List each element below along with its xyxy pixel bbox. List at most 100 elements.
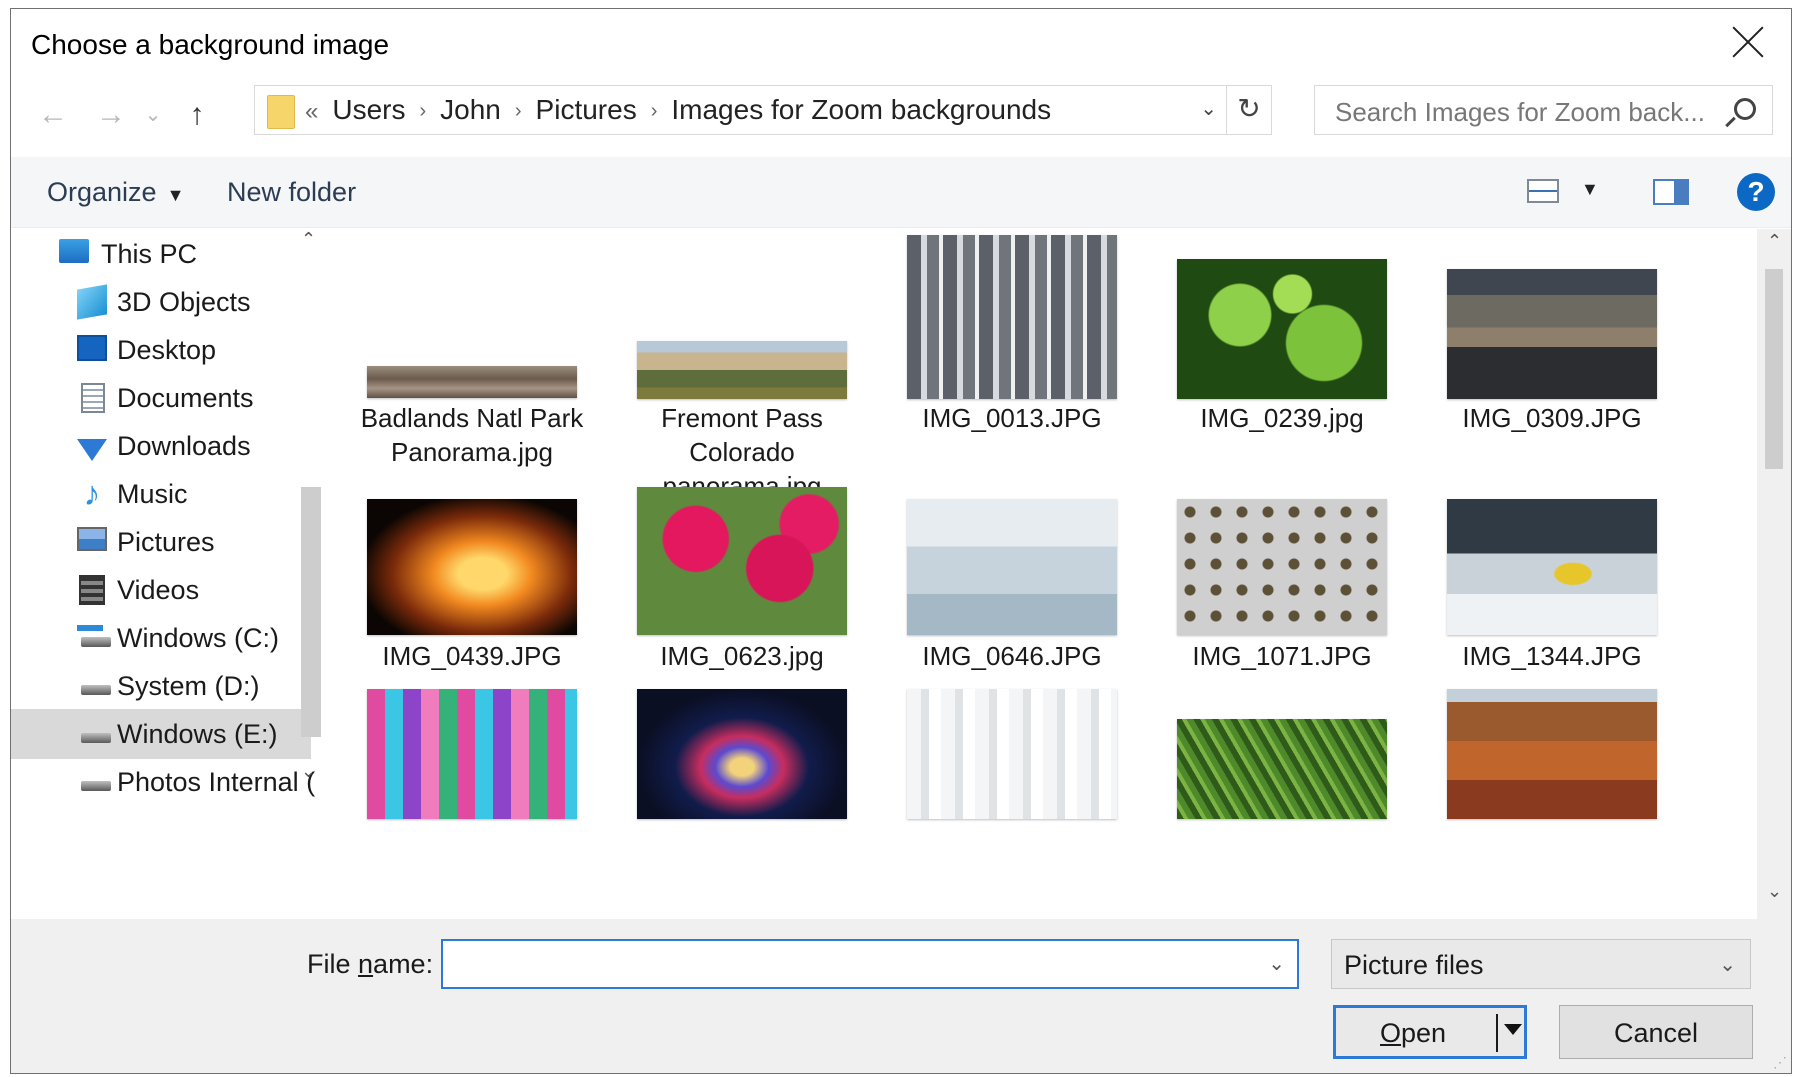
file-thumbnail xyxy=(637,689,847,819)
navigation-bar: ← → ⌄ ↑ « Users › John › Pictures › Images for … xyxy=(11,85,1791,147)
file-type-value: Picture files xyxy=(1344,950,1484,980)
file-thumbnail xyxy=(1447,269,1657,399)
breadcrumb-separator[interactable]: › xyxy=(419,100,426,122)
help-icon[interactable]: ? xyxy=(1737,173,1775,211)
drive-icon xyxy=(81,733,111,743)
sidebar-item-music[interactable]: ♪ Music xyxy=(11,469,311,519)
film-icon xyxy=(79,575,105,605)
file-item[interactable]: IMG_1071.JPG xyxy=(1177,499,1387,689)
search-input[interactable] xyxy=(1333,96,1717,129)
command-bar: Organize ▼ New folder ▼ ? xyxy=(11,157,1791,228)
sidebar-item-this-pc[interactable]: This PC xyxy=(11,229,311,279)
file-list: Badlands Natl Park Panorama.jpg Fremont … xyxy=(331,229,1771,919)
sidebar-item-desktop[interactable]: Desktop xyxy=(11,325,311,375)
file-item[interactable]: IMG_0309.JPG xyxy=(1447,229,1657,489)
file-item[interactable]: Fremont Pass Colorado panorama.jpg xyxy=(637,229,847,501)
file-item[interactable] xyxy=(907,689,1117,819)
file-item[interactable]: IMG_0646.JPG xyxy=(907,499,1117,689)
file-list-scrollbar[interactable]: ⌃ ⌄ xyxy=(1757,229,1791,919)
breadcrumb-pictures[interactable]: Pictures xyxy=(536,94,637,125)
file-item[interactable]: IMG_0439.JPG xyxy=(367,499,577,689)
chevron-up-icon[interactable]: ⌃ xyxy=(301,229,316,250)
up-arrow-icon[interactable]: ↑ xyxy=(177,95,217,135)
search-icon[interactable] xyxy=(1734,98,1756,120)
file-thumbnail xyxy=(367,499,577,635)
caret-down-icon[interactable]: ▼ xyxy=(1581,179,1599,200)
file-type-dropdown[interactable]: Picture files ⌄ xyxy=(1331,939,1751,989)
folder-icon xyxy=(267,95,295,129)
scrollbar-thumb[interactable] xyxy=(1765,269,1783,469)
sidebar-item-windows-c[interactable]: Windows (C:) xyxy=(11,613,311,663)
cancel-button[interactable]: Cancel xyxy=(1559,1005,1753,1059)
breadcrumb: « Users › John › Pictures › Images for Zoom bac… xyxy=(305,94,1051,126)
close-icon[interactable] xyxy=(1731,25,1765,59)
file-thumbnail xyxy=(1177,259,1387,399)
file-thumbnail xyxy=(637,341,847,399)
sidebar-item-downloads[interactable]: Downloads xyxy=(11,421,311,471)
recent-locations-icon[interactable]: ⌄ xyxy=(141,95,165,135)
file-name: IMG_1344.JPG xyxy=(1462,641,1642,671)
change-view-icon[interactable] xyxy=(1527,179,1559,203)
caret-down-icon: ▼ xyxy=(166,185,185,205)
file-item[interactable] xyxy=(1447,689,1657,819)
preview-pane-icon[interactable] xyxy=(1653,179,1689,205)
resize-grip-icon[interactable]: ⋰ xyxy=(1773,1054,1787,1071)
address-bar[interactable]: « Users › John › Pictures › Images for Zoom bac… xyxy=(254,85,1272,135)
sidebar-scrollbar[interactable]: ⌃ ⌄ xyxy=(297,229,323,919)
file-item[interactable]: IMG_1344.JPG xyxy=(1447,499,1657,689)
windows-drive-icon xyxy=(81,637,111,647)
file-name: IMG_0239.jpg xyxy=(1200,403,1364,433)
split-divider xyxy=(1496,1014,1498,1052)
sidebar-item-documents[interactable]: Documents xyxy=(11,373,311,423)
file-thumbnail xyxy=(367,689,577,819)
breadcrumb-users[interactable]: Users xyxy=(332,94,405,125)
new-folder-button[interactable]: New folder xyxy=(227,177,356,208)
file-item[interactable] xyxy=(637,689,847,819)
chevron-down-icon[interactable]: ⌄ xyxy=(301,761,316,782)
file-item[interactable]: Badlands Natl Park Panorama.jpg xyxy=(361,229,583,489)
cancel-label: Cancel xyxy=(1613,1018,1699,1048)
open-button[interactable]: Open xyxy=(1333,1005,1527,1059)
caret-down-icon[interactable] xyxy=(1504,1024,1522,1035)
file-item[interactable] xyxy=(1177,689,1387,819)
sidebar-item-videos[interactable]: Videos xyxy=(11,565,311,615)
chevron-up-icon[interactable]: ⌃ xyxy=(1767,231,1782,252)
file-name: IMG_0013.JPG xyxy=(922,403,1102,433)
back-arrow-icon[interactable]: ← xyxy=(33,95,73,135)
breadcrumb-john[interactable]: John xyxy=(440,94,501,125)
breadcrumb-separator[interactable]: › xyxy=(515,100,522,122)
sidebar-item-system-d[interactable]: System (D:) xyxy=(11,661,311,711)
document-icon xyxy=(81,383,105,413)
scrollbar-thumb[interactable] xyxy=(301,487,321,737)
file-name: IMG_1071.JPG xyxy=(1192,641,1372,671)
sidebar-item-windows-e[interactable]: Windows (E:) xyxy=(11,709,311,759)
file-thumbnail xyxy=(1447,689,1657,819)
breadcrumb-images-for-zoom[interactable]: Images for Zoom backgrounds xyxy=(671,94,1051,125)
breadcrumb-overflow[interactable]: « xyxy=(305,98,318,125)
file-item[interactable]: IMG_0623.jpg xyxy=(637,487,847,689)
chevron-down-icon[interactable]: ⌄ xyxy=(1200,96,1217,121)
sidebar-item-label: Videos xyxy=(117,575,200,605)
file-item[interactable]: IMG_0239.jpg xyxy=(1177,229,1387,489)
file-thumbnail xyxy=(907,689,1117,819)
pictures-icon xyxy=(77,527,107,551)
chevron-down-icon[interactable]: ⌄ xyxy=(1767,881,1782,902)
chevron-down-icon[interactable]: ⌄ xyxy=(1268,951,1285,976)
sidebar-item-pictures[interactable]: Pictures xyxy=(11,517,311,567)
file-name-combobox[interactable]: ⌄ xyxy=(441,939,1299,989)
file-item[interactable]: IMG_0013.JPG xyxy=(907,229,1117,489)
sidebar-item-photos-internal[interactable]: Photos Internal ( xyxy=(11,757,315,807)
search-box[interactable] xyxy=(1314,85,1773,135)
organize-button[interactable]: Organize ▼ xyxy=(47,177,184,208)
refresh-icon[interactable]: ↻ xyxy=(1226,86,1271,134)
forward-arrow-icon[interactable]: → xyxy=(91,95,131,135)
sidebar-item-3d-objects[interactable]: 3D Objects xyxy=(11,277,311,327)
breadcrumb-separator[interactable]: › xyxy=(651,100,658,122)
music-note-icon: ♪ xyxy=(83,475,101,513)
sidebar-item-label: Windows (C:) xyxy=(117,623,280,653)
sidebar-item-label: System (D:) xyxy=(117,671,260,701)
file-name-input[interactable] xyxy=(453,949,1237,982)
file-thumbnail xyxy=(1447,499,1657,635)
file-name: IMG_0309.JPG xyxy=(1462,403,1642,433)
file-item[interactable] xyxy=(367,689,577,819)
